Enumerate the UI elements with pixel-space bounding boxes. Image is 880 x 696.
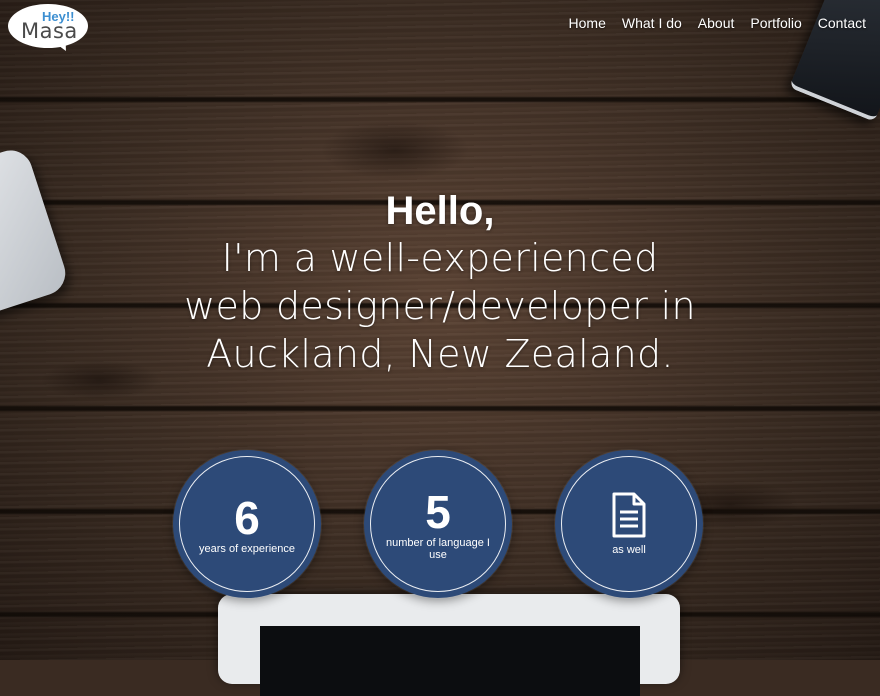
stat-label: years of experience <box>199 543 295 555</box>
tablet-screen <box>260 626 640 696</box>
logo-bottom-text: Masa <box>21 19 78 43</box>
stat-experience: 6 years of experience <box>173 450 321 598</box>
nav-home[interactable]: Home <box>569 15 606 31</box>
hero-title: Hello, <box>385 189 495 233</box>
nav-what-i-do[interactable]: What I do <box>622 15 682 31</box>
document-icon <box>612 492 646 538</box>
logo[interactable]: Hey!! Masa <box>8 4 88 48</box>
stat-ring: 5 number of language I use <box>370 456 506 592</box>
stat-number: 6 <box>234 492 260 544</box>
stat-document: as well <box>555 450 703 598</box>
nav-portfolio[interactable]: Portfolio <box>750 15 801 31</box>
main-nav: Home What I do About Portfolio Contact <box>569 15 866 31</box>
stat-ring: as well <box>561 456 697 592</box>
hero: Hello, I'm a well-experienced web design… <box>0 188 880 378</box>
stat-languages: 5 number of language I use <box>364 450 512 598</box>
hero-line: Auckland, New Zealand. <box>206 332 674 376</box>
nav-about[interactable]: About <box>698 15 735 31</box>
wood-knot <box>320 120 470 180</box>
stat-label: number of language I use <box>386 537 490 561</box>
stat-ring: 6 years of experience <box>179 456 315 592</box>
nav-contact[interactable]: Contact <box>818 15 866 31</box>
hero-line: I'm a well-experienced <box>221 236 659 280</box>
hero-line: web designer/developer in <box>184 284 696 328</box>
stat-label: as well <box>612 544 646 556</box>
tablet-image <box>218 594 680 696</box>
stat-number: 5 <box>425 486 451 538</box>
